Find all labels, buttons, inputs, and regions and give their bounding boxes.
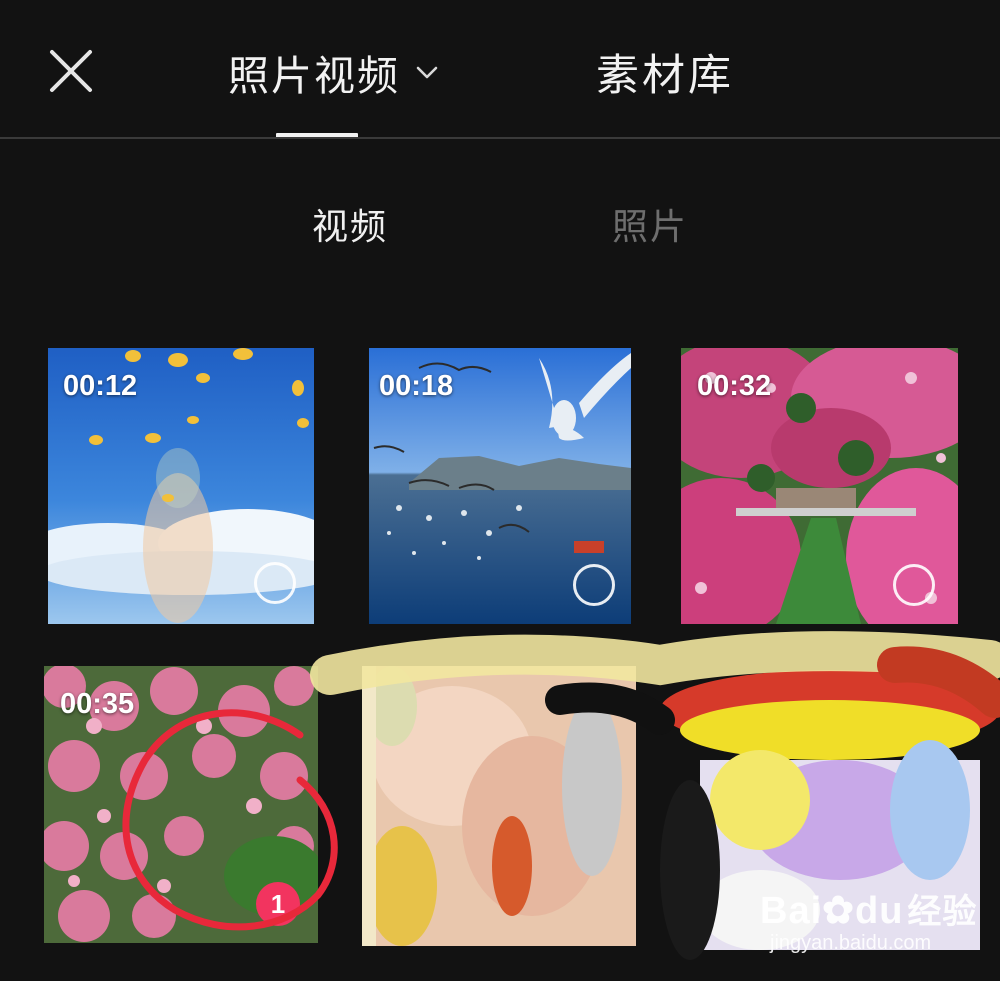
media-thumbnail[interactable]: 00:18 <box>369 348 631 624</box>
scribble-overlay <box>362 666 636 946</box>
top-bar: 照片视频 素材库 <box>0 0 1000 138</box>
watermark-brand: Bai <box>760 890 823 932</box>
media-thumbnail[interactable]: 00:32 <box>681 348 958 624</box>
select-circle[interactable] <box>573 564 615 606</box>
header-divider <box>0 137 1000 139</box>
video-duration: 00:35 <box>60 688 135 720</box>
media-thumbnail-obscured[interactable] <box>362 666 636 946</box>
paw-icon: ✿ <box>822 890 855 932</box>
chevron-down-icon <box>416 66 438 79</box>
media-thumbnail-selected[interactable]: 00:35 1 <box>44 666 318 943</box>
select-circle[interactable] <box>254 562 296 604</box>
subtab-video[interactable]: 视频 <box>312 200 388 248</box>
watermark-brand-cn: 经验 <box>907 893 978 931</box>
video-duration: 00:12 <box>63 370 138 402</box>
tab-photos-videos[interactable]: 照片视频 <box>228 42 440 102</box>
tab-photos-videos-label: 照片视频 <box>228 52 400 100</box>
watermark-brand-end: du <box>854 890 904 932</box>
watermark-logo: Bai✿du 经验 <box>760 884 977 933</box>
media-thumbnail[interactable]: 00:12 <box>48 348 314 624</box>
video-duration: 00:32 <box>697 370 772 402</box>
watermark-url: jingyan.baidu.com <box>770 932 932 954</box>
close-icon <box>50 50 92 92</box>
subtab-photo[interactable]: 照片 <box>612 200 688 248</box>
select-circle[interactable] <box>893 564 935 606</box>
tab-library[interactable]: 素材库 <box>596 42 734 102</box>
selection-index-badge[interactable]: 1 <box>256 882 300 926</box>
close-button[interactable] <box>48 48 94 94</box>
video-duration: 00:18 <box>379 370 454 402</box>
